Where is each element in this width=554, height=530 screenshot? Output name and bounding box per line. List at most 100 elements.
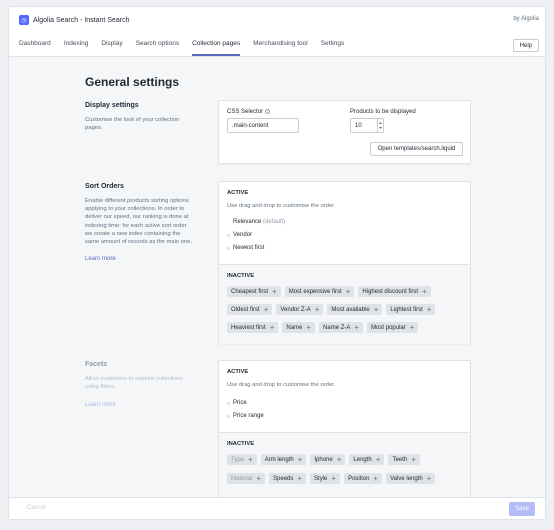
facets-inactive-title: INACTIVE [227,441,255,447]
facets-inactive-zone: INACTIVE Type + Arm length + Iphone + Lengt… [219,432,470,503]
sort-orders-title: Sort Orders [85,183,124,190]
plus-icon[interactable]: + [373,474,378,483]
sort-pill-name-z-a[interactable]: Name Z-A + [319,322,364,333]
display-settings-card: CSS Selector i .main-content Products to … [218,100,471,164]
facets-active-title: ACTIVE [227,369,249,375]
display-settings-description: Customise the look of your collection pa… [85,117,180,132]
quantity-stepper[interactable] [377,118,382,133]
sort-pill-most-expensive-first[interactable]: Most expensive first + [284,286,355,297]
sort-pill-lightest-first[interactable]: Lightest first + [386,304,436,315]
drag-handle-icon [227,233,230,237]
facets-active-hint: Use drag and drop to customise the order… [227,382,336,388]
css-selector-label: CSS Selector i [227,109,271,115]
facet-pill-valve-length[interactable]: Valve length + [386,473,436,484]
stepper-arrows-icon [379,122,382,129]
css-selector-input[interactable]: .main-content [227,118,299,133]
sort-active-title: ACTIVE [227,190,249,196]
tab-indexing[interactable]: Indexing [64,33,89,56]
open-template-button[interactable]: Open templates/search.liquid [370,142,463,156]
plus-icon[interactable]: + [256,474,261,483]
tab-display[interactable]: Display [101,33,122,56]
by-algolia-label: by Algolia [513,16,539,22]
facet-item-price[interactable]: Price [227,400,247,406]
facets-inactive-row: Type + Arm length + Iphone + Length + Teeth + [227,454,420,465]
sort-pill-most-popular[interactable]: Most popular + [367,322,419,333]
facets-card: ACTIVE Use drag and drop to customise th… [218,360,471,503]
plus-icon[interactable]: + [270,323,275,332]
tab-merchandising-tool[interactable]: Merchandising tool [253,33,308,56]
facet-pill-style[interactable]: Style + [310,473,341,484]
facets-description: Allow customers to explore collections u… [85,376,183,391]
plus-icon[interactable]: + [354,323,359,332]
sort-inactive-row: Cheapest first + Most expensive first + Hi… [227,286,431,297]
title-bar: ◷ Algolia Search - Instant Search by Alg… [9,7,545,33]
sort-active-hint: Use drag and drop to customise the order… [227,203,336,209]
sort-pill-oldest-first[interactable]: Oldest first + [227,304,273,315]
facet-pill-speeds[interactable]: Speeds + [269,473,307,484]
facet-pill-position[interactable]: Position + [344,473,383,484]
sort-inactive-zone: INACTIVE Cheapest first + Most expensive … [219,264,470,344]
sort-orders-learn-more-link[interactable]: Learn more [85,256,116,262]
facets-title: Facets [85,361,108,368]
sort-pill-vendor-z-a[interactable]: Vendor Z-A + [276,304,324,315]
cancel-link[interactable]: Cancel [27,505,46,511]
sort-orders-description: Enable different products sorting option… [85,198,192,246]
tab-dashboard[interactable]: Dashboard [19,33,51,56]
facet-pill-material[interactable]: Material + [227,473,266,484]
tab-settings[interactable]: Settings [321,33,345,56]
plus-icon[interactable]: + [427,474,432,483]
plus-icon[interactable]: + [411,455,416,464]
nav-bar: Dashboard Indexing Display Search option… [9,33,545,57]
app-frame: ◷ Algolia Search - Instant Search by Alg… [8,6,546,520]
sort-pill-most-available[interactable]: Most available + [327,304,383,315]
drag-handle-icon [227,401,230,405]
facet-item-price-range[interactable]: Price range [227,413,264,419]
plus-icon[interactable]: + [427,305,432,314]
plus-icon[interactable]: + [298,455,303,464]
plus-icon[interactable]: + [272,287,277,296]
facet-pill-teeth[interactable]: Teeth + [388,454,420,465]
sort-item-vendor[interactable]: Vendor [227,232,252,238]
plus-icon[interactable]: + [331,474,336,483]
plus-icon[interactable]: + [264,305,269,314]
facet-pill-length[interactable]: Length + [349,454,385,465]
sort-item-relevance[interactable]: Relevance (default) [233,219,285,225]
plus-icon[interactable]: + [315,305,320,314]
sort-pill-heaviest-first[interactable]: Heaviest first + [227,322,279,333]
help-button[interactable]: Help [512,39,539,52]
sort-pill-name[interactable]: Name + [282,322,316,333]
plus-icon[interactable]: + [422,287,427,296]
drag-handle-icon [227,246,230,250]
algolia-logo-icon: ◷ [19,15,29,25]
plus-icon[interactable]: + [337,455,342,464]
sort-pill-cheapest-first[interactable]: Cheapest first + [227,286,281,297]
facets-learn-more-link[interactable]: Learn more [85,402,116,408]
sort-inactive-title: INACTIVE [227,273,255,279]
tab-search-options[interactable]: Search options [136,33,179,56]
main-content: General settings Display settings Custom… [9,57,545,503]
sort-inactive-row: Heaviest first + Name + Name Z-A + Most pop… [227,322,419,333]
drag-handle-icon [227,414,230,418]
info-icon: i [265,109,271,114]
facet-pill-type[interactable]: Type + [227,454,257,465]
tab-collection-pages[interactable]: Collection pages [192,33,241,56]
display-settings-title: Display settings [85,102,139,109]
plus-icon[interactable]: + [374,305,379,314]
facet-pill-arm-length[interactable]: Arm length + [260,454,307,465]
app-title: Algolia Search - Instant Search [33,16,130,24]
footer-bar: Cancel Save [9,497,545,519]
sort-item-newest-first[interactable]: Newest first [227,245,264,251]
page-title: General settings [85,75,180,89]
sort-pill-highest-discount-first[interactable]: Highest discount first + [358,286,431,297]
plus-icon[interactable]: + [297,474,302,483]
facets-inactive-row: Material + Speeds + Style + Position + Valve… [227,473,436,484]
plus-icon[interactable]: + [346,287,351,296]
facet-pill-iphone[interactable]: Iphone + [310,454,346,465]
plus-icon[interactable]: + [410,323,415,332]
sort-orders-card: ACTIVE Use drag and drop to customise th… [218,181,471,344]
save-button[interactable]: Save [509,502,535,516]
plus-icon[interactable]: + [306,323,311,332]
plus-icon[interactable]: + [248,455,253,464]
products-displayed-label: Products to be displayed [350,109,416,115]
plus-icon[interactable]: + [376,455,381,464]
